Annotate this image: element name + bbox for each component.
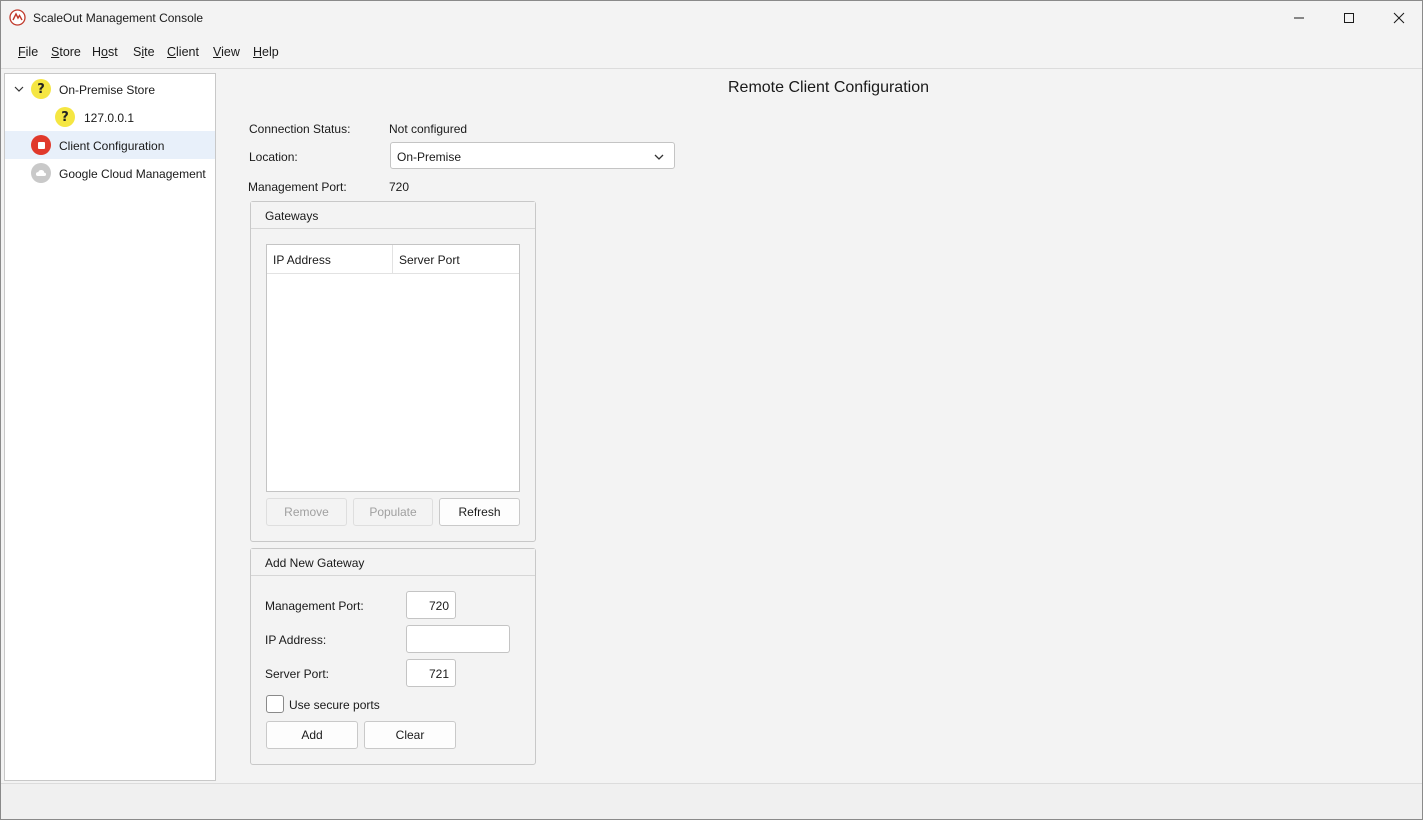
stop-icon — [31, 135, 51, 155]
use-secure-ports-checkbox[interactable] — [266, 695, 284, 713]
menu-file-accel: F — [18, 45, 26, 59]
chevron-down-icon[interactable] — [13, 83, 25, 95]
tree-item-client-configuration[interactable]: Client Configuration — [5, 131, 215, 159]
column-header-label: Server Port — [399, 253, 460, 267]
gateway-management-port-field[interactable]: 720 — [406, 591, 456, 619]
maximize-icon — [1344, 13, 1354, 23]
location-label: Location: — [249, 150, 298, 164]
gateway-ip-address-field[interactable] — [406, 625, 510, 653]
tree-item-label: On-Premise Store — [59, 83, 156, 97]
status-bar — [1, 783, 1422, 819]
question-icon: ? — [55, 107, 75, 127]
gateway-server-port-label: Server Port: — [265, 667, 330, 681]
connection-status-label: Connection Status: — [249, 122, 351, 136]
add-gateway-group-title: Add New Gateway — [265, 556, 365, 570]
gateway-ip-address-label: IP Address: — [265, 633, 327, 647]
menu-view-rest: iew — [221, 45, 240, 59]
tree-item-label: 127.0.0.1 — [84, 111, 135, 125]
menu-client-rest: lient — [176, 45, 199, 59]
close-icon — [1393, 12, 1405, 24]
refresh-button[interactable]: Refresh — [439, 498, 520, 526]
menu-help-rest: elp — [262, 45, 279, 59]
menu-host-rest: st — [107, 45, 118, 59]
chevron-down-icon — [654, 154, 664, 160]
column-header-ip-address[interactable]: IP Address — [267, 245, 393, 274]
page-title: Remote Client Configuration — [728, 79, 929, 96]
add-gateway-group: Add New Gateway Management Port: 720 IP … — [250, 548, 536, 765]
cloud-icon — [31, 163, 51, 183]
menu-file[interactable]: File — [18, 45, 38, 59]
use-secure-ports-label[interactable]: Use secure ports — [289, 698, 380, 712]
add-gateway-group-header: Add New Gateway — [251, 549, 535, 576]
management-port-label: Management Port: — [248, 180, 347, 194]
app-logo-icon — [9, 9, 26, 26]
connection-status-value: Not configured — [389, 122, 468, 136]
minimize-button[interactable] — [1274, 1, 1324, 35]
app-window: ScaleOut Management Console File Store H… — [0, 0, 1423, 820]
menu-host[interactable]: Host — [92, 45, 118, 59]
menu-help-accel: H — [253, 45, 263, 59]
maximize-button[interactable] — [1324, 1, 1374, 35]
menu-file-rest: ile — [25, 45, 39, 59]
menu-site-rest: te — [144, 45, 155, 59]
clear-button[interactable]: Clear — [364, 721, 456, 749]
gateways-group: Gateways IP Address Server Port Remove P… — [250, 201, 536, 542]
menu-help[interactable]: Help — [253, 45, 279, 59]
title-bar: ScaleOut Management Console — [1, 1, 1422, 35]
tree-item-google-cloud[interactable]: Google Cloud Management — [5, 159, 215, 187]
location-dropdown[interactable]: On-Premise — [390, 142, 675, 169]
tree-item-host[interactable]: ? 127.0.0.1 — [5, 103, 215, 131]
gateways-group-header: Gateways — [251, 202, 535, 229]
menu-store-rest: tore — [59, 45, 81, 59]
menu-site[interactable]: Site — [133, 45, 155, 59]
menu-host-pre: H — [92, 45, 102, 59]
column-header-server-port[interactable]: Server Port — [393, 245, 519, 274]
menu-view[interactable]: View — [213, 45, 240, 59]
column-header-label: IP Address — [273, 253, 331, 267]
populate-button[interactable]: Populate — [353, 498, 433, 526]
gateways-list[interactable]: IP Address Server Port — [266, 244, 520, 492]
menu-view-accel: V — [213, 45, 222, 59]
management-port-value: 720 — [389, 180, 410, 194]
tree-item-on-premise-store[interactable]: ? On-Premise Store — [5, 75, 215, 103]
navigation-tree: ? On-Premise Store ? 127.0.0.1 Client Co… — [4, 73, 216, 781]
gateways-group-title: Gateways — [265, 209, 319, 223]
question-icon: ? — [31, 79, 51, 99]
menu-client[interactable]: Client — [167, 45, 199, 59]
gateways-list-header: IP Address Server Port — [267, 245, 519, 274]
menu-host-accel: o — [101, 45, 108, 59]
remove-button[interactable]: Remove — [266, 498, 347, 526]
add-button[interactable]: Add — [266, 721, 358, 749]
tree-item-label: Google Cloud Management — [59, 167, 206, 181]
location-dropdown-value: On-Premise — [397, 150, 462, 164]
window-title: ScaleOut Management Console — [33, 11, 204, 25]
gateway-management-port-label: Management Port: — [265, 599, 364, 613]
menu-bar: File Store Host Site Client View Help — [1, 35, 1422, 69]
minimize-icon — [1294, 17, 1304, 19]
menu-client-accel: C — [167, 45, 177, 59]
close-button[interactable] — [1374, 1, 1423, 35]
tree-item-label: Client Configuration — [59, 139, 165, 153]
menu-store[interactable]: Store — [51, 45, 81, 59]
gateway-server-port-field[interactable]: 721 — [406, 659, 456, 687]
